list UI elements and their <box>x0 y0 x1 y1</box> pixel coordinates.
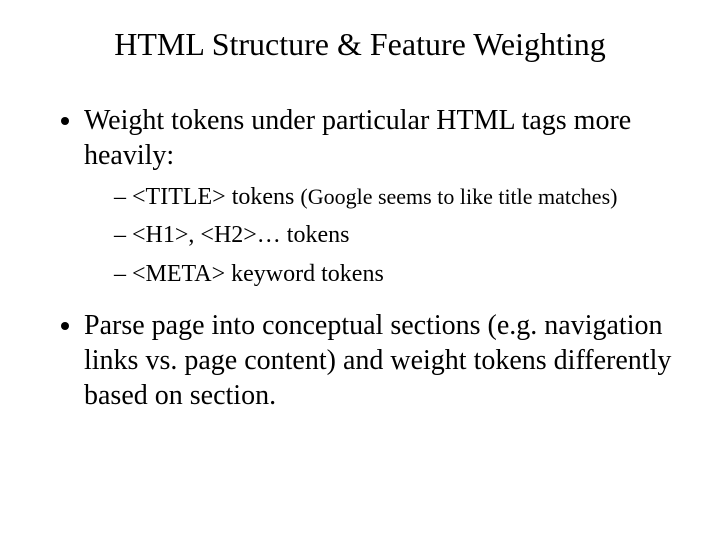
bullet-1-text: Weight tokens under particular HTML tags… <box>84 105 631 171</box>
sub-bullet-list-1: <TITLE> tokens (Google seems to like tit… <box>84 181 690 290</box>
bullet-list: Weight tokens under particular HTML tags… <box>30 103 690 413</box>
slide-title: HTML Structure & Feature Weighting <box>30 26 690 63</box>
sub-bullet-1c: <META> keyword tokens <box>114 258 690 290</box>
sub-bullet-1a: <TITLE> tokens (Google seems to like tit… <box>114 181 690 213</box>
sub-bullet-1a-text: <TITLE> tokens <box>132 184 300 210</box>
bullet-item-1: Weight tokens under particular HTML tags… <box>84 103 690 290</box>
slide: HTML Structure & Feature Weighting Weigh… <box>0 0 720 540</box>
sub-bullet-1b: <H1>, <H2>… tokens <box>114 219 690 251</box>
bullet-2-text: Parse page into conceptual sections (e.g… <box>84 310 671 411</box>
bullet-item-2: Parse page into conceptual sections (e.g… <box>84 308 690 413</box>
sub-bullet-1a-note: (Google seems to like title matches) <box>300 184 617 209</box>
sub-bullet-1c-text: <META> keyword tokens <box>132 261 384 287</box>
sub-bullet-1b-text: <H1>, <H2>… tokens <box>132 222 349 248</box>
